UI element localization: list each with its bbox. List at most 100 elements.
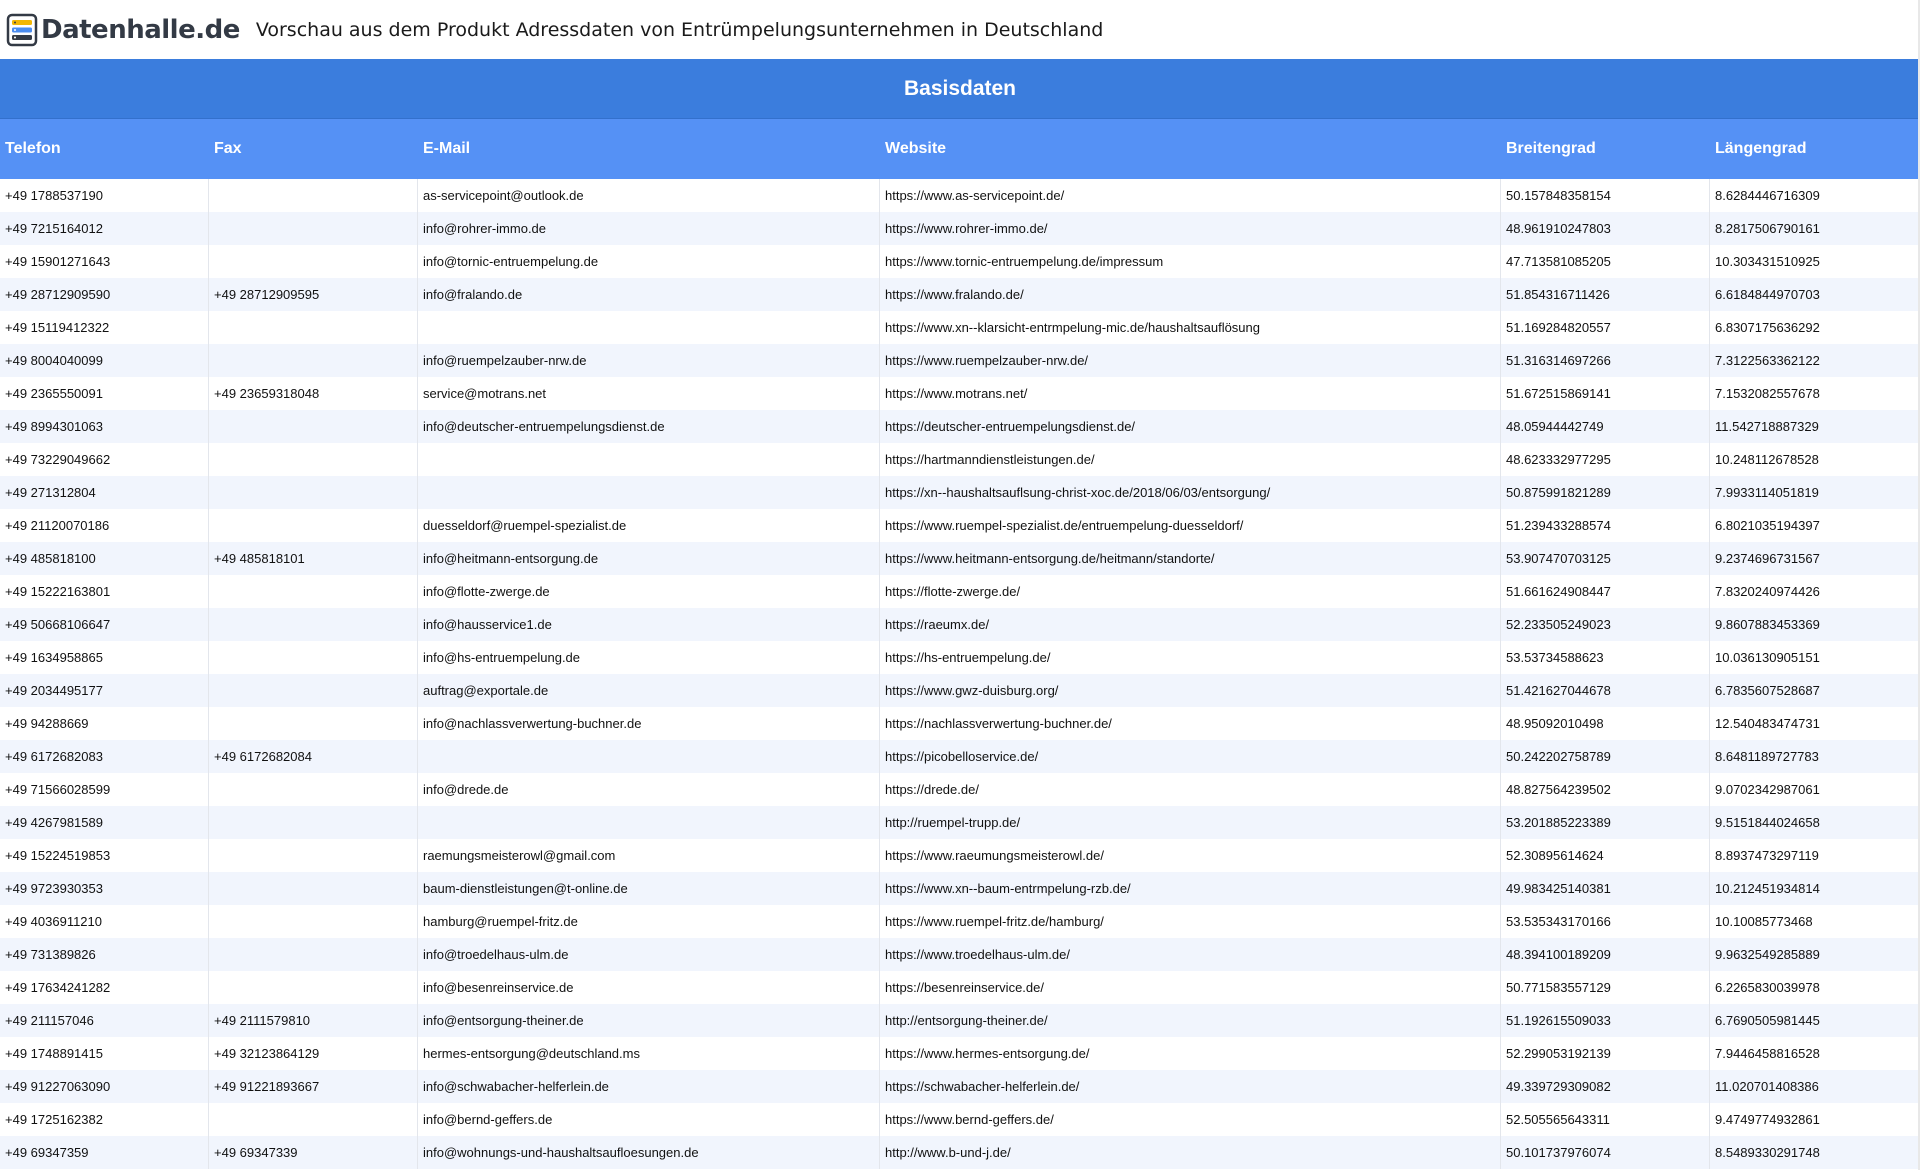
cell-telefon: +49 271312804 — [0, 476, 209, 509]
table-row[interactable]: +49 69347359 +49 69347339 info@wohnungs-un… — [0, 1136, 1920, 1169]
cell-telefon: +49 2365550091 — [0, 377, 209, 410]
cell-fax — [209, 311, 418, 344]
cell-laengengrad: 9.4749774932861 — [1715, 1112, 1820, 1127]
table-row[interactable]: +49 271312804 https://xn--haushaltsauflsu… — [0, 476, 1920, 509]
table-row[interactable]: +49 15222163801 info@flotte-zwerge.de http… — [0, 575, 1920, 608]
cell-laengengrad: 7.9933114051819 — [1715, 485, 1819, 500]
table-row[interactable]: +49 1725162382 info@bernd-geffers.de https… — [0, 1103, 1920, 1136]
logo[interactable]: Datenhalle.de — [6, 0, 240, 59]
cell-telefon: +49 71566028599 — [0, 773, 209, 806]
column-header-telefon[interactable]: Telefon — [0, 140, 209, 158]
table-row[interactable]: +49 4036911210 hamburg@ruempel-fritz.de ht… — [0, 905, 1920, 938]
cell-email: info@drede.de — [418, 773, 880, 806]
cell-telefon: +49 8004040099 — [0, 344, 209, 377]
table-row[interactable]: +49 15119412322 https://www.xn--klarsicht… — [0, 311, 1920, 344]
column-header-laengengrad[interactable]: Längengrad — [1710, 140, 1920, 158]
cell-website: http://ruempel-trupp.de/ — [880, 806, 1501, 839]
cell-laengengrad: 12.540483474731 — [1715, 716, 1820, 731]
cell-fax — [209, 674, 418, 707]
cell-telefon: +49 731389826 — [0, 938, 209, 971]
table-row[interactable]: +49 21120070186 duesseldorf@ruempel-spezi… — [0, 509, 1920, 542]
cell-laengengrad: 9.0702342987061 — [1715, 782, 1820, 797]
cell-fax: +49 2111579810 — [209, 1004, 418, 1037]
cell-telefon: +49 1788537190 — [0, 179, 209, 212]
cell-breitengrad: 50.157848358154 — [1501, 179, 1710, 212]
cell-fax: +49 69347339 — [209, 1136, 418, 1169]
table-row[interactable]: +49 15224519853 raemungsmeisterowl@gmail.… — [0, 839, 1920, 872]
column-header-breitengrad[interactable]: Breitengrad — [1501, 140, 1710, 158]
cell-breitengrad: 48.827564239502 — [1501, 773, 1710, 806]
cell-laengengrad: 10.212451934814 — [1715, 881, 1820, 896]
cell-telefon: +49 15224519853 — [0, 839, 209, 872]
cell-breitengrad: 50.771583557129 — [1501, 971, 1710, 1004]
table-row[interactable]: +49 731389826 info@troedelhaus-ulm.de http… — [0, 938, 1920, 971]
cell-website: https://www.hermes-entsorgung.de/ — [880, 1037, 1501, 1070]
cell-fax — [209, 245, 418, 278]
cell-website: https://www.motrans.net/ — [880, 377, 1501, 410]
cell-website: https://www.ruempel-spezialist.de/entrue… — [880, 509, 1501, 542]
cell-fax — [209, 971, 418, 1004]
cell-laengengrad: 6.6184844970703 — [1715, 287, 1820, 302]
column-header-fax[interactable]: Fax — [209, 140, 418, 158]
cell-email: baum-dienstleistungen@t-online.de — [418, 872, 880, 905]
cell-laengengrad: 9.9632549285889 — [1715, 947, 1820, 962]
table-row[interactable]: +49 2034495177 auftrag@exportale.de https:… — [0, 674, 1920, 707]
cell-email — [418, 311, 880, 344]
table-row[interactable]: +49 50668106647 info@hausservice1.de https… — [0, 608, 1920, 641]
cell-breitengrad: 52.299053192139 — [1501, 1037, 1710, 1070]
cell-breitengrad: 51.854316711426 — [1501, 278, 1710, 311]
table-row[interactable]: +49 17634241282 info@besenreinservice.de h… — [0, 971, 1920, 1004]
table-row[interactable]: +49 1634958865 info@hs-entruempelung.de ht… — [0, 641, 1920, 674]
cell-fax — [209, 410, 418, 443]
cell-website: https://www.ruempel-fritz.de/hamburg/ — [880, 905, 1501, 938]
cell-laengengrad: 6.7690505981445 — [1715, 1013, 1820, 1028]
cell-fax: +49 485818101 — [209, 542, 418, 575]
column-header-email[interactable]: E-Mail — [418, 140, 880, 158]
table-row[interactable]: +49 1788537190 as-servicepoint@outlook.de… — [0, 179, 1920, 212]
cell-email: info@troedelhaus-ulm.de — [418, 938, 880, 971]
cell-telefon: +49 9723930353 — [0, 872, 209, 905]
cell-laengengrad: 10.248112678528 — [1715, 452, 1819, 467]
cell-email — [418, 740, 880, 773]
column-header-website[interactable]: Website — [880, 140, 1501, 158]
table-row[interactable]: +49 8004040099 info@ruempelzauber-nrw.de h… — [0, 344, 1920, 377]
cell-email: info@ruempelzauber-nrw.de — [418, 344, 880, 377]
table-row[interactable]: +49 73229049662 https://hartmanndienstlei… — [0, 443, 1920, 476]
table-row[interactable]: +49 1748891415 +49 32123864129 hermes-ents… — [0, 1037, 1920, 1070]
table-row[interactable]: +49 71566028599 info@drede.de https://dred… — [0, 773, 1920, 806]
cell-email: info@tornic-entruempelung.de — [418, 245, 880, 278]
page-title: Vorschau aus dem Produkt Adressdaten von… — [255, 18, 1104, 41]
cell-breitengrad: 48.95092010498 — [1501, 707, 1710, 740]
table-row[interactable]: +49 8994301063 info@deutscher-entruempelu… — [0, 410, 1920, 443]
table-row[interactable]: +49 2365550091 +49 23659318048 service@mot… — [0, 377, 1920, 410]
cell-email: hermes-entsorgung@deutschland.ms — [418, 1037, 880, 1070]
cell-laengengrad: 11.542718887329 — [1715, 419, 1819, 434]
cell-laengengrad: 6.8021035194397 — [1715, 518, 1820, 533]
table-row[interactable]: +49 94288669 info@nachlassverwertung-buch… — [0, 707, 1920, 740]
cell-breitengrad: 51.316314697266 — [1501, 344, 1710, 377]
cell-telefon: +49 1748891415 — [0, 1037, 209, 1070]
table-row[interactable]: +49 15901271643 info@tornic-entruempelung… — [0, 245, 1920, 278]
cell-email: info@hausservice1.de — [418, 608, 880, 641]
cell-breitengrad: 48.623332977295 — [1501, 443, 1710, 476]
cell-telefon: +49 69347359 — [0, 1136, 209, 1169]
cell-telefon: +49 1725162382 — [0, 1103, 209, 1136]
cell-website: https://www.tornic-entruempelung.de/impr… — [880, 245, 1501, 278]
cell-email: info@schwabacher-helferlein.de — [418, 1070, 880, 1103]
table-row[interactable]: +49 91227063090 +49 91221893667 info@schwa… — [0, 1070, 1920, 1103]
cell-laengengrad: 7.9446458816528 — [1715, 1046, 1820, 1061]
cell-breitengrad: 52.30895614624 — [1501, 839, 1710, 872]
cell-website: https://www.gwz-duisburg.org/ — [880, 674, 1501, 707]
table-row[interactable]: +49 485818100 +49 485818101 info@heitmann-… — [0, 542, 1920, 575]
table-row[interactable]: +49 4267981589 http://ruempel-trupp.de/53… — [0, 806, 1920, 839]
table-row[interactable]: +49 7215164012 info@rohrer-immo.de https:/… — [0, 212, 1920, 245]
table-row[interactable]: +49 6172682083 +49 6172682084 https://pico… — [0, 740, 1920, 773]
cell-website: https://schwabacher-helferlein.de/ — [880, 1070, 1501, 1103]
table-row[interactable]: +49 9723930353 baum-dienstleistungen@t-on… — [0, 872, 1920, 905]
table-row[interactable]: +49 28712909590 +49 28712909595 info@frala… — [0, 278, 1920, 311]
cell-breitengrad: 48.394100189209 — [1501, 938, 1710, 971]
table-row[interactable]: +49 211157046 +49 2111579810 info@entsorgu… — [0, 1004, 1920, 1037]
cell-laengengrad: 7.8320240974426 — [1715, 584, 1820, 599]
cell-fax — [209, 509, 418, 542]
cell-breitengrad: 51.661624908447 — [1501, 575, 1710, 608]
